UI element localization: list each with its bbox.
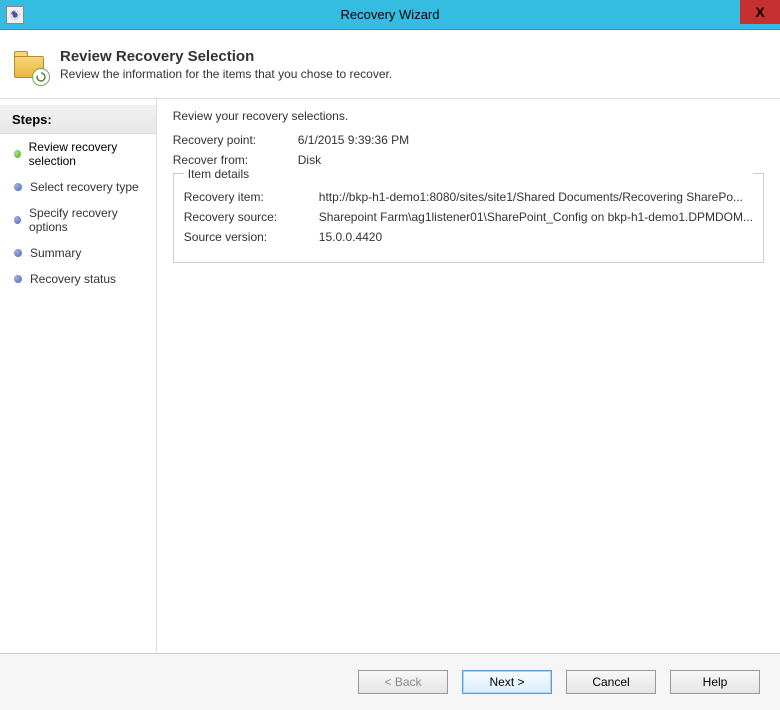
wizard-footer: < Back Next > Cancel Help (0, 654, 780, 710)
source-version-label: Source version: (184, 230, 319, 244)
step-select-recovery-type[interactable]: Select recovery type (0, 174, 156, 200)
step-bullet-icon (14, 183, 22, 191)
step-bullet-icon (14, 150, 21, 158)
step-summary[interactable]: Summary (0, 240, 156, 266)
item-details-group: Item details Recovery item: http://bkp-h… (173, 173, 764, 263)
content-panel: Review your recovery selections. Recover… (156, 99, 780, 653)
titlebar: Recovery Wizard X (0, 0, 780, 30)
step-recovery-status[interactable]: Recovery status (0, 266, 156, 292)
recover-from-label: Recover from: (173, 153, 298, 167)
recovery-point-value: 6/1/2015 9:39:36 PM (298, 133, 764, 147)
step-label: Recovery status (30, 272, 116, 286)
app-icon (6, 6, 24, 24)
step-review-recovery-selection[interactable]: Review recovery selection (0, 134, 156, 174)
recovery-item-value: http://bkp-h1-demo1:8080/sites/site1/Sha… (319, 190, 753, 204)
next-button[interactable]: Next > (462, 670, 552, 694)
recovery-source-label: Recovery source: (184, 210, 319, 224)
step-label: Select recovery type (30, 180, 139, 194)
wizard-header: Review Recovery Selection Review the inf… (0, 30, 780, 99)
step-label: Specify recovery options (29, 206, 144, 234)
step-label: Review recovery selection (29, 140, 144, 168)
recover-from-value: Disk (298, 153, 764, 167)
window-title: Recovery Wizard (341, 7, 440, 22)
close-button[interactable]: X (740, 0, 780, 24)
help-button[interactable]: Help (670, 670, 760, 694)
intro-text: Review your recovery selections. (173, 109, 764, 123)
page-title: Review Recovery Selection (60, 48, 392, 65)
step-label: Summary (30, 246, 81, 260)
step-specify-recovery-options[interactable]: Specify recovery options (0, 200, 156, 240)
page-subtitle: Review the information for the items tha… (60, 67, 392, 81)
back-button: < Back (358, 670, 448, 694)
step-bullet-icon (14, 249, 22, 257)
item-details-title: Item details (184, 167, 753, 181)
recovery-point-label: Recovery point: (173, 133, 298, 147)
recovery-folder-icon (12, 48, 48, 84)
step-bullet-icon (14, 275, 22, 283)
steps-heading: Steps: (0, 105, 156, 134)
cancel-button[interactable]: Cancel (566, 670, 656, 694)
steps-panel: Steps: Review recovery selection Select … (0, 99, 156, 653)
close-icon: X (755, 4, 764, 20)
source-version-value: 15.0.0.4420 (319, 230, 753, 244)
recovery-source-value: Sharepoint Farm\ag1listener01\SharePoint… (319, 210, 753, 224)
recovery-item-label: Recovery item: (184, 190, 319, 204)
step-bullet-icon (14, 216, 21, 224)
